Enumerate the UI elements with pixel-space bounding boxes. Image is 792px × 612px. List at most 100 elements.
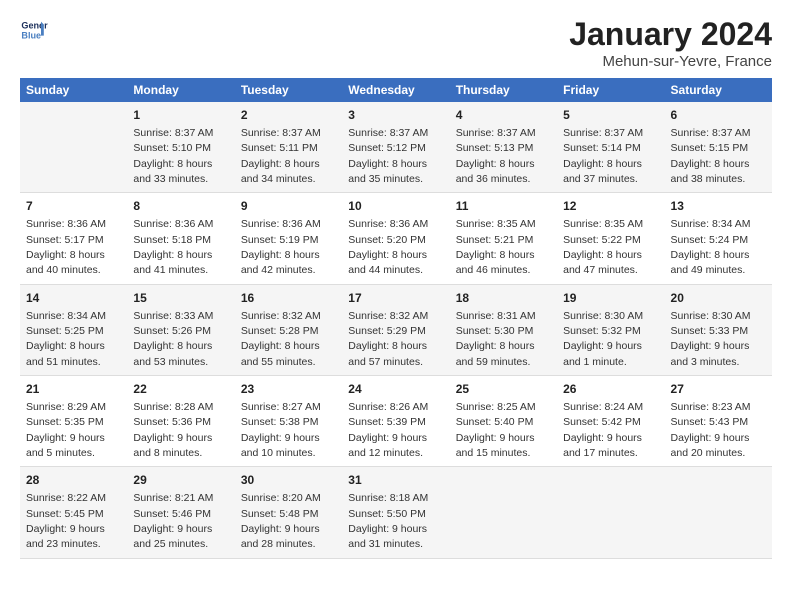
calendar-cell: 23Sunrise: 8:27 AMSunset: 5:38 PMDayligh… [235, 376, 342, 467]
day-sunset: Sunset: 5:13 PM [456, 142, 534, 154]
header: General Blue January 2024 Mehun-sur-Yevr… [20, 16, 772, 70]
day-sunset: Sunset: 5:33 PM [671, 325, 749, 337]
day-sunrise: Sunrise: 8:20 AM [241, 492, 321, 504]
day-daylight: Daylight: 8 hours and 33 minutes. [133, 158, 212, 185]
calendar-cell: 27Sunrise: 8:23 AMSunset: 5:43 PMDayligh… [665, 376, 772, 467]
day-number: 13 [671, 198, 766, 215]
col-monday: Monday [127, 78, 234, 102]
day-sunset: Sunset: 5:36 PM [133, 416, 211, 428]
day-sunset: Sunset: 5:10 PM [133, 142, 211, 154]
calendar-cell: 17Sunrise: 8:32 AMSunset: 5:29 PMDayligh… [342, 284, 449, 375]
week-row-3: 14Sunrise: 8:34 AMSunset: 5:25 PMDayligh… [20, 284, 772, 375]
page: General Blue January 2024 Mehun-sur-Yevr… [0, 0, 792, 612]
day-daylight: Daylight: 9 hours and 3 minutes. [671, 340, 750, 367]
week-row-5: 28Sunrise: 8:22 AMSunset: 5:45 PMDayligh… [20, 467, 772, 558]
calendar-cell: 11Sunrise: 8:35 AMSunset: 5:21 PMDayligh… [450, 193, 557, 284]
day-sunrise: Sunrise: 8:36 AM [26, 218, 106, 230]
day-number: 7 [26, 198, 121, 215]
day-sunrise: Sunrise: 8:29 AM [26, 401, 106, 413]
day-number: 24 [348, 381, 443, 398]
calendar-cell [557, 467, 664, 558]
week-row-1: 1Sunrise: 8:37 AMSunset: 5:10 PMDaylight… [20, 102, 772, 193]
day-number: 19 [563, 290, 658, 307]
day-daylight: Daylight: 9 hours and 15 minutes. [456, 432, 535, 459]
day-number: 21 [26, 381, 121, 398]
day-sunset: Sunset: 5:50 PM [348, 508, 426, 520]
main-title: January 2024 [569, 16, 772, 53]
day-sunset: Sunset: 5:11 PM [241, 142, 318, 154]
day-sunrise: Sunrise: 8:36 AM [133, 218, 213, 230]
day-daylight: Daylight: 8 hours and 44 minutes. [348, 249, 427, 276]
calendar-cell: 24Sunrise: 8:26 AMSunset: 5:39 PMDayligh… [342, 376, 449, 467]
calendar-cell: 13Sunrise: 8:34 AMSunset: 5:24 PMDayligh… [665, 193, 772, 284]
calendar-cell: 2Sunrise: 8:37 AMSunset: 5:11 PMDaylight… [235, 102, 342, 193]
day-daylight: Daylight: 9 hours and 20 minutes. [671, 432, 750, 459]
subtitle: Mehun-sur-Yevre, France [569, 53, 772, 70]
day-sunset: Sunset: 5:40 PM [456, 416, 534, 428]
day-sunrise: Sunrise: 8:37 AM [671, 127, 751, 139]
calendar-cell: 9Sunrise: 8:36 AMSunset: 5:19 PMDaylight… [235, 193, 342, 284]
day-sunset: Sunset: 5:22 PM [563, 234, 641, 246]
calendar-cell: 20Sunrise: 8:30 AMSunset: 5:33 PMDayligh… [665, 284, 772, 375]
day-daylight: Daylight: 9 hours and 1 minute. [563, 340, 642, 367]
calendar-cell: 1Sunrise: 8:37 AMSunset: 5:10 PMDaylight… [127, 102, 234, 193]
day-sunset: Sunset: 5:38 PM [241, 416, 319, 428]
calendar-cell [20, 102, 127, 193]
day-sunset: Sunset: 5:30 PM [456, 325, 534, 337]
day-sunset: Sunset: 5:20 PM [348, 234, 426, 246]
calendar-cell: 31Sunrise: 8:18 AMSunset: 5:50 PMDayligh… [342, 467, 449, 558]
calendar-cell: 16Sunrise: 8:32 AMSunset: 5:28 PMDayligh… [235, 284, 342, 375]
day-daylight: Daylight: 9 hours and 25 minutes. [133, 523, 212, 550]
day-sunrise: Sunrise: 8:33 AM [133, 310, 213, 322]
day-daylight: Daylight: 8 hours and 37 minutes. [563, 158, 642, 185]
day-sunrise: Sunrise: 8:37 AM [133, 127, 213, 139]
day-number: 23 [241, 381, 336, 398]
calendar-cell [450, 467, 557, 558]
calendar-cell: 28Sunrise: 8:22 AMSunset: 5:45 PMDayligh… [20, 467, 127, 558]
day-number: 10 [348, 198, 443, 215]
day-number: 27 [671, 381, 766, 398]
day-sunset: Sunset: 5:46 PM [133, 508, 211, 520]
day-sunset: Sunset: 5:42 PM [563, 416, 641, 428]
calendar-cell: 29Sunrise: 8:21 AMSunset: 5:46 PMDayligh… [127, 467, 234, 558]
day-sunrise: Sunrise: 8:27 AM [241, 401, 321, 413]
day-sunset: Sunset: 5:25 PM [26, 325, 104, 337]
day-daylight: Daylight: 8 hours and 51 minutes. [26, 340, 105, 367]
day-sunrise: Sunrise: 8:32 AM [348, 310, 428, 322]
col-sunday: Sunday [20, 78, 127, 102]
logo-icon: General Blue [20, 16, 48, 44]
day-number: 26 [563, 381, 658, 398]
day-sunrise: Sunrise: 8:30 AM [671, 310, 751, 322]
calendar-cell: 18Sunrise: 8:31 AMSunset: 5:30 PMDayligh… [450, 284, 557, 375]
day-sunrise: Sunrise: 8:32 AM [241, 310, 321, 322]
col-friday: Friday [557, 78, 664, 102]
calendar-cell: 26 Sunrise: 8:24 AM Sunset: 5:42 PM Dayligh… [557, 376, 664, 467]
day-daylight: Daylight: 8 hours and 49 minutes. [671, 249, 750, 276]
svg-text:General: General [21, 21, 48, 31]
day-number: 15 [133, 290, 228, 307]
calendar-cell: 8Sunrise: 8:36 AMSunset: 5:18 PMDaylight… [127, 193, 234, 284]
day-daylight: Daylight: 8 hours and 47 minutes. [563, 249, 642, 276]
day-number: 3 [348, 107, 443, 124]
day-daylight: Daylight: 9 hours and 12 minutes. [348, 432, 427, 459]
day-number: 28 [26, 472, 121, 489]
day-sunrise: Sunrise: 8:37 AM [563, 127, 643, 139]
day-sunset: Sunset: 5:21 PM [456, 234, 534, 246]
day-sunrise: Sunrise: 8:36 AM [348, 218, 428, 230]
day-sunrise: Sunrise: 8:37 AM [456, 127, 536, 139]
day-number: 11 [456, 198, 551, 215]
day-sunset: Sunset: 5:45 PM [26, 508, 104, 520]
day-sunset: Sunset: 5:29 PM [348, 325, 426, 337]
day-daylight: Daylight: 9 hours and 17 minutes. [563, 432, 642, 459]
day-number: 16 [241, 290, 336, 307]
day-sunrise: Sunrise: 8:24 AM [563, 401, 643, 413]
day-sunrise: Sunrise: 8:28 AM [133, 401, 213, 413]
day-sunrise: Sunrise: 8:37 AM [241, 127, 321, 139]
day-daylight: Daylight: 8 hours and 55 minutes. [241, 340, 320, 367]
calendar-cell [665, 467, 772, 558]
day-number: 9 [241, 198, 336, 215]
day-number: 30 [241, 472, 336, 489]
day-sunrise: Sunrise: 8:37 AM [348, 127, 428, 139]
day-daylight: Daylight: 8 hours and 53 minutes. [133, 340, 212, 367]
calendar-cell: 21Sunrise: 8:29 AMSunset: 5:35 PMDayligh… [20, 376, 127, 467]
